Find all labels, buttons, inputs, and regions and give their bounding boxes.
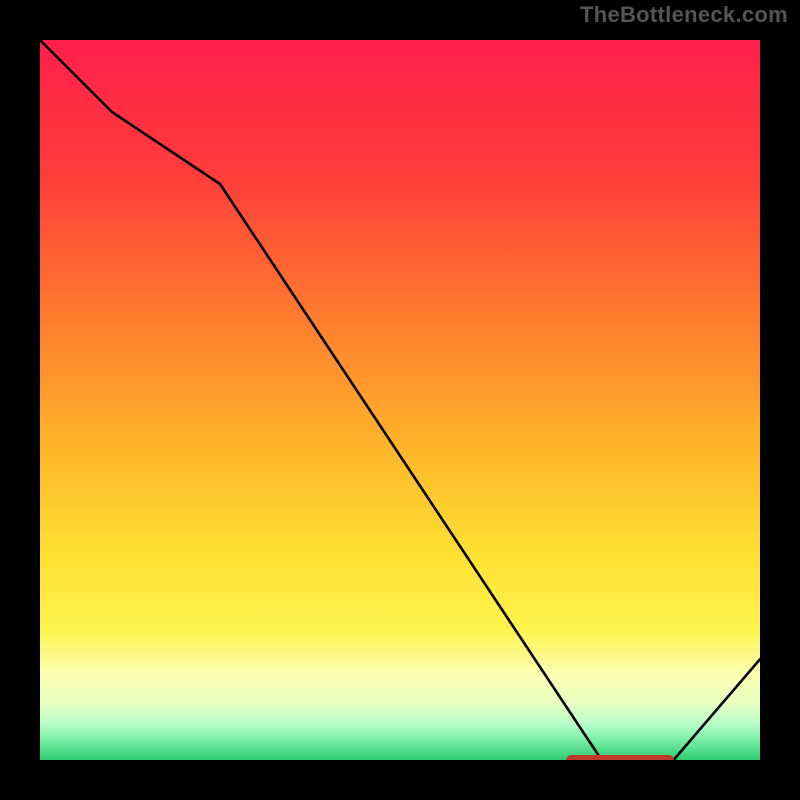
chart-stage: TheBottleneck.com [0, 0, 800, 800]
bottleneck-curve [40, 40, 760, 760]
optimal-range-marker [566, 755, 674, 765]
watermark-text: TheBottleneck.com [580, 2, 788, 28]
plot-frame [35, 35, 765, 765]
